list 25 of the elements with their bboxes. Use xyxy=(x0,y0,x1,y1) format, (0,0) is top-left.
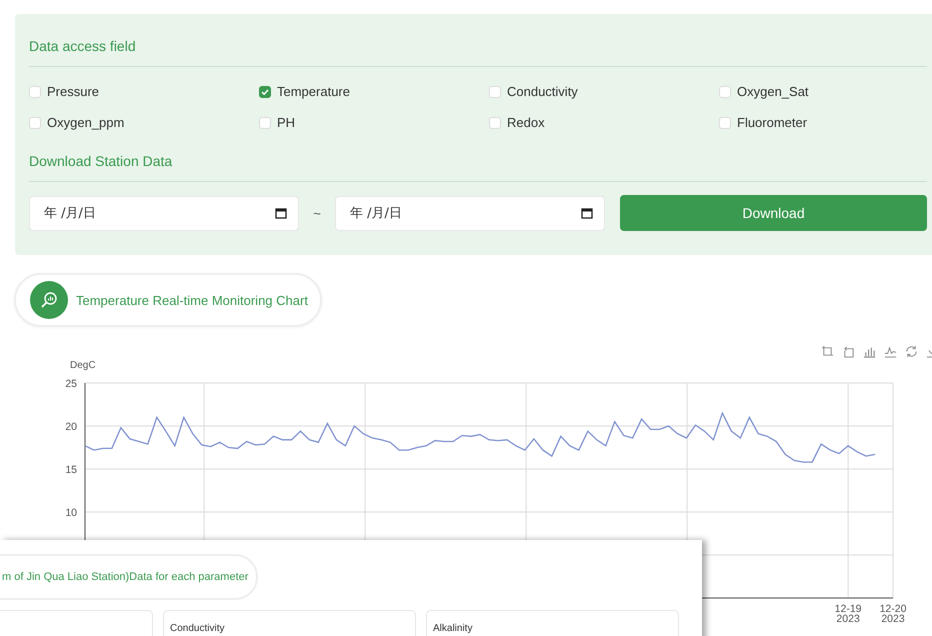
y-tick-label: 15 xyxy=(65,464,77,476)
y-tick-label: 20 xyxy=(65,421,77,433)
card-title: Alkalinity xyxy=(433,623,472,634)
checkbox-label: Conductivity xyxy=(507,84,578,99)
checkbox-label: PH xyxy=(277,115,296,130)
date-field[interactable]: 年 /月/日 xyxy=(335,196,605,230)
checkbox-label: Oxygen_Sat xyxy=(737,84,809,99)
x-tick-label: 12-19 2023 xyxy=(834,603,862,625)
checkbox-label: Oxygen_ppm xyxy=(47,115,124,130)
checkbox-label: Redox xyxy=(507,115,545,130)
date-separator: ~ xyxy=(312,206,322,220)
y-tick-label: 25 xyxy=(65,378,77,390)
date-field[interactable]: 年 /月/日 xyxy=(29,196,299,230)
card-title: Conductivity xyxy=(170,623,224,634)
download-button[interactable]: Download xyxy=(620,195,927,231)
checkbox-label: Temperature xyxy=(277,84,350,99)
checkbox-label: Fluorometer xyxy=(737,115,808,130)
section-title: m of Jin Qua Liao Station)Data for each parameter xyxy=(2,571,248,583)
axis-title: DegC xyxy=(70,360,96,371)
section-title: Data access field xyxy=(29,38,137,56)
y-tick-label: 10 xyxy=(65,507,77,519)
chart-title: Temperature Real-time Monitoring Chart xyxy=(76,292,308,308)
x-tick-label: 12-20 2023 xyxy=(880,603,906,625)
section-title: Download Station Data xyxy=(29,153,174,171)
checkbox-label: Pressure xyxy=(47,84,100,99)
